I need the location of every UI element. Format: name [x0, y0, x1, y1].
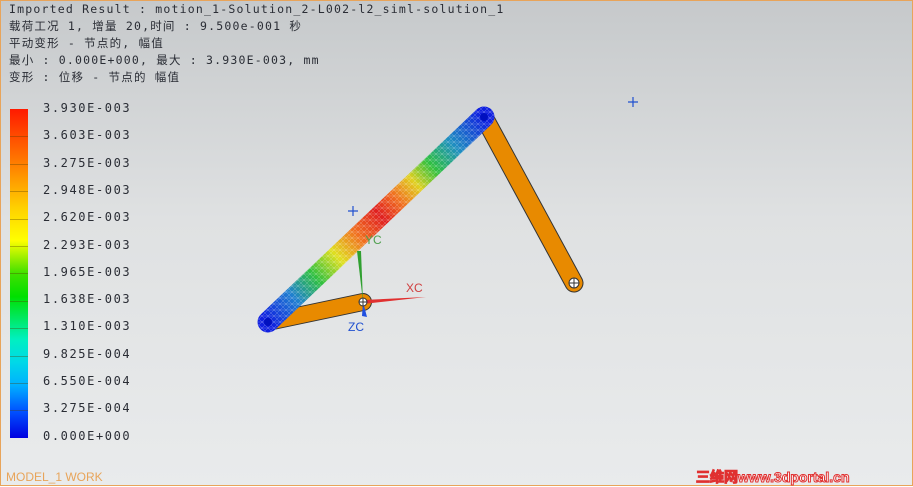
crosshair-marker	[348, 206, 358, 216]
yc-label: YC	[365, 233, 382, 247]
zc-label: ZC	[348, 320, 364, 334]
output-link[interactable]	[474, 107, 584, 293]
crosshair-marker	[628, 97, 638, 107]
model-work-label: MODEL_1 WORK	[6, 470, 103, 484]
mechanism-view: XC YC ZC	[257, 97, 638, 334]
xc-label: XC	[406, 281, 423, 295]
watermark: 三维网www.3dportal.cn	[696, 469, 850, 486]
fem-coupler-link[interactable]	[257, 106, 495, 333]
graphics-viewport[interactable]: Imported Result : motion_1-Solution_2-L0…	[0, 0, 913, 486]
